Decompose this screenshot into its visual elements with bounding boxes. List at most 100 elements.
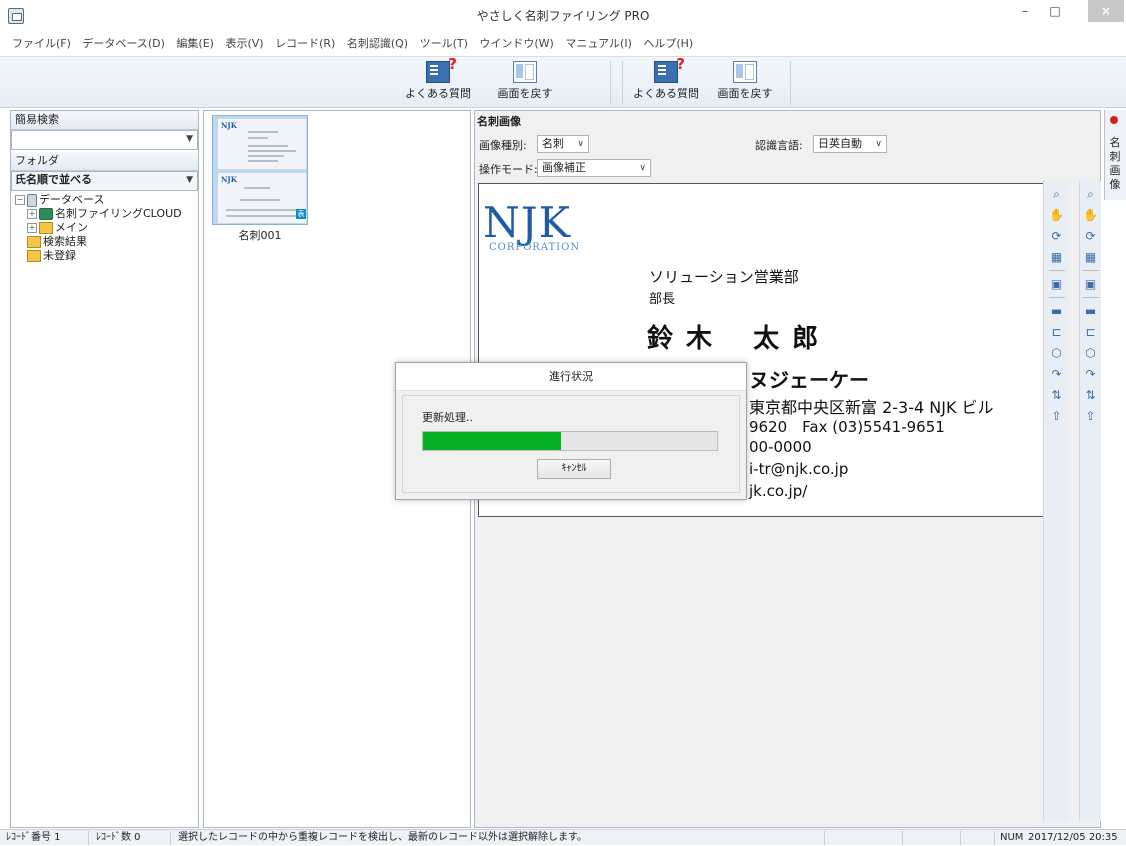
menu-bar: ファイル(F) データベース(D) 編集(E) 表示(V) レコード(R) 名刺… [0, 34, 1126, 54]
back-label: 画面を戻す [497, 87, 553, 100]
progress-dialog: 進行状況 更新処理.. ｷｬﾝｾﾙ [395, 362, 747, 500]
tree-item-unregistered[interactable]: 未登録 [15, 249, 198, 263]
grid-icon[interactable]: ▦ [1083, 249, 1099, 265]
rectangle-icon[interactable]: ▬ [1049, 303, 1065, 319]
front-side-icon[interactable]: ▣ [1049, 276, 1065, 292]
back-button[interactable]: 画面を戻す [490, 61, 560, 105]
screen-back-icon [733, 61, 757, 83]
thumbnail-logo: NJK [221, 121, 237, 130]
unregistered-folder-icon [27, 250, 41, 262]
faq-label-2: よくある質問 [633, 87, 699, 100]
chevron-down-icon: ∨ [875, 139, 882, 149]
faq-icon [426, 55, 457, 83]
progress-status: 更新処理.. [422, 411, 473, 424]
card-thumbnail[interactable]: NJK NJK [212, 115, 308, 225]
menu-database[interactable]: データベース(D) [78, 34, 169, 54]
image-tools-toolbar: ⌕ ✋ ⟳ ▦ ▣ ▬ ⊏ ⬡ ↷ ⇅ ⇧ [1043, 181, 1069, 821]
image-type-label: 画像種別: [479, 139, 527, 152]
quick-search-combo[interactable]: ▼ [11, 130, 198, 150]
card-logo-sub: CORPORATION [489, 242, 581, 253]
swap-icon[interactable]: ⇅ [1049, 387, 1065, 403]
language-select[interactable]: 日英自動 ∨ [813, 135, 887, 153]
menu-tools[interactable]: ツール(T) [416, 34, 472, 54]
faq-label: よくある質問 [405, 87, 471, 100]
mode-select[interactable]: 画像補正 ∨ [537, 159, 651, 177]
faq-button[interactable]: よくある質問 [400, 55, 476, 105]
swap-icon[interactable]: ⇅ [1083, 387, 1099, 403]
tree-label: 未登録 [43, 249, 76, 262]
rotate-icon[interactable]: ⟳ [1049, 228, 1065, 244]
hand-tool-icon[interactable]: ✋ [1083, 207, 1099, 223]
zoom-icon[interactable]: ⌕ [1083, 186, 1099, 202]
polygon-icon[interactable]: ⬡ [1049, 345, 1065, 361]
sort-order-value: 氏名順で並べる [15, 173, 92, 186]
window-title: やさしく名刺ファイリング PRO [476, 9, 650, 23]
progress-fill [423, 432, 562, 450]
tree-item-cloud[interactable]: + 名刺ファイリングCLOUD [15, 207, 198, 221]
menu-edit[interactable]: 編集(E) [172, 34, 218, 54]
rectangle-icon[interactable]: ▬ [1083, 303, 1099, 319]
hand-tool-icon[interactable]: ✋ [1049, 207, 1065, 223]
flip-icon[interactable]: ⇧ [1083, 408, 1099, 424]
image-tools-toolbar-2: ⌕ ✋ ⟳ ▦ ▣ ▬ ⊏ ⬡ ↷ ⇅ ⇧ [1079, 181, 1101, 821]
quick-search-label: 簡易検索 [11, 111, 198, 130]
back-label-2: 画面を戻す [717, 87, 773, 100]
card-company: ヌジェーケー [749, 368, 869, 392]
search-folder-icon [27, 236, 41, 248]
collapse-icon[interactable]: − [15, 195, 25, 205]
lasso-icon[interactable]: ↷ [1083, 366, 1099, 382]
card-name: 鈴 木 太 郎 [647, 324, 821, 354]
expand-icon[interactable]: + [27, 223, 37, 233]
sort-order-combo[interactable]: 氏名順で並べる ▼ [11, 171, 198, 191]
thumbnail-back: NJK [217, 172, 307, 224]
tree-item-database[interactable]: − データベース [15, 193, 198, 207]
cloud-folder-icon [39, 208, 53, 220]
maximize-button[interactable]: □ [1042, 0, 1068, 22]
pin-icon[interactable] [1110, 116, 1118, 124]
polygon-icon[interactable]: ⬡ [1083, 345, 1099, 361]
front-badge: 表 [296, 209, 306, 219]
thumbnail-front: NJK [217, 118, 307, 170]
record-count: ﾚｺｰﾄﾞ数 0 [96, 832, 141, 843]
chevron-down-icon: ∨ [577, 139, 584, 149]
menu-manual[interactable]: マニュアル(I) [561, 34, 636, 54]
chevron-down-icon: ▼ [186, 134, 193, 144]
front-side-icon[interactable]: ▣ [1083, 276, 1099, 292]
menu-card-recognition[interactable]: 名刺認識(Q) [343, 34, 412, 54]
faq-button-2[interactable]: よくある質問 [628, 55, 704, 105]
card-web: jk.co.jp/ [749, 482, 808, 500]
cancel-button[interactable]: ｷｬﾝｾﾙ [537, 459, 611, 479]
menu-record[interactable]: レコード(R) [271, 34, 339, 54]
toolbar: よくある質問 画面を戻す よくある質問 画面を戻す [0, 55, 1126, 108]
zoom-icon[interactable]: ⌕ [1049, 186, 1065, 202]
minimize-button[interactable]: – [1012, 0, 1038, 22]
tree-label: メイン [55, 221, 88, 234]
tree-item-search-results[interactable]: 検索結果 [15, 235, 198, 249]
menu-help[interactable]: ヘルプ(H) [639, 34, 697, 54]
close-button[interactable]: × [1088, 0, 1124, 22]
menu-view[interactable]: 表示(V) [221, 34, 267, 54]
screen-back-icon [513, 61, 537, 83]
back-button-2[interactable]: 画面を戻す [710, 61, 780, 105]
crop-icon[interactable]: ⊏ [1049, 324, 1065, 340]
card-address: 東京都中央区新富 2-3-4 NJK ビル [749, 398, 994, 417]
menu-window[interactable]: ウインドウ(W) [475, 34, 557, 54]
lasso-icon[interactable]: ↷ [1049, 366, 1065, 382]
left-panel: 簡易検索 ▼ フォルダ 氏名順で並べる ▼ − データベース + 名刺ファイリングC… [10, 110, 199, 828]
record-number: ﾚｺｰﾄﾞ番号 1 [6, 832, 61, 843]
folder-icon [39, 222, 53, 234]
toolbar-separator [610, 61, 611, 105]
toolbar-separator [790, 61, 791, 105]
tree-item-main[interactable]: + メイン [15, 221, 198, 235]
menu-file[interactable]: ファイル(F) [8, 34, 75, 54]
rotate-icon[interactable]: ⟳ [1083, 228, 1099, 244]
card-mobile: 00-0000 [749, 438, 812, 456]
flip-icon[interactable]: ⇧ [1049, 408, 1065, 424]
card-department: ソリューション営業部 [649, 268, 799, 286]
tree-label: 名刺ファイリングCLOUD [55, 207, 182, 220]
crop-icon[interactable]: ⊏ [1083, 324, 1099, 340]
image-type-select[interactable]: 名刺 ∨ [537, 135, 589, 153]
grid-icon[interactable]: ▦ [1049, 249, 1065, 265]
expand-icon[interactable]: + [27, 209, 37, 219]
language-label: 認識言語: [755, 139, 803, 152]
